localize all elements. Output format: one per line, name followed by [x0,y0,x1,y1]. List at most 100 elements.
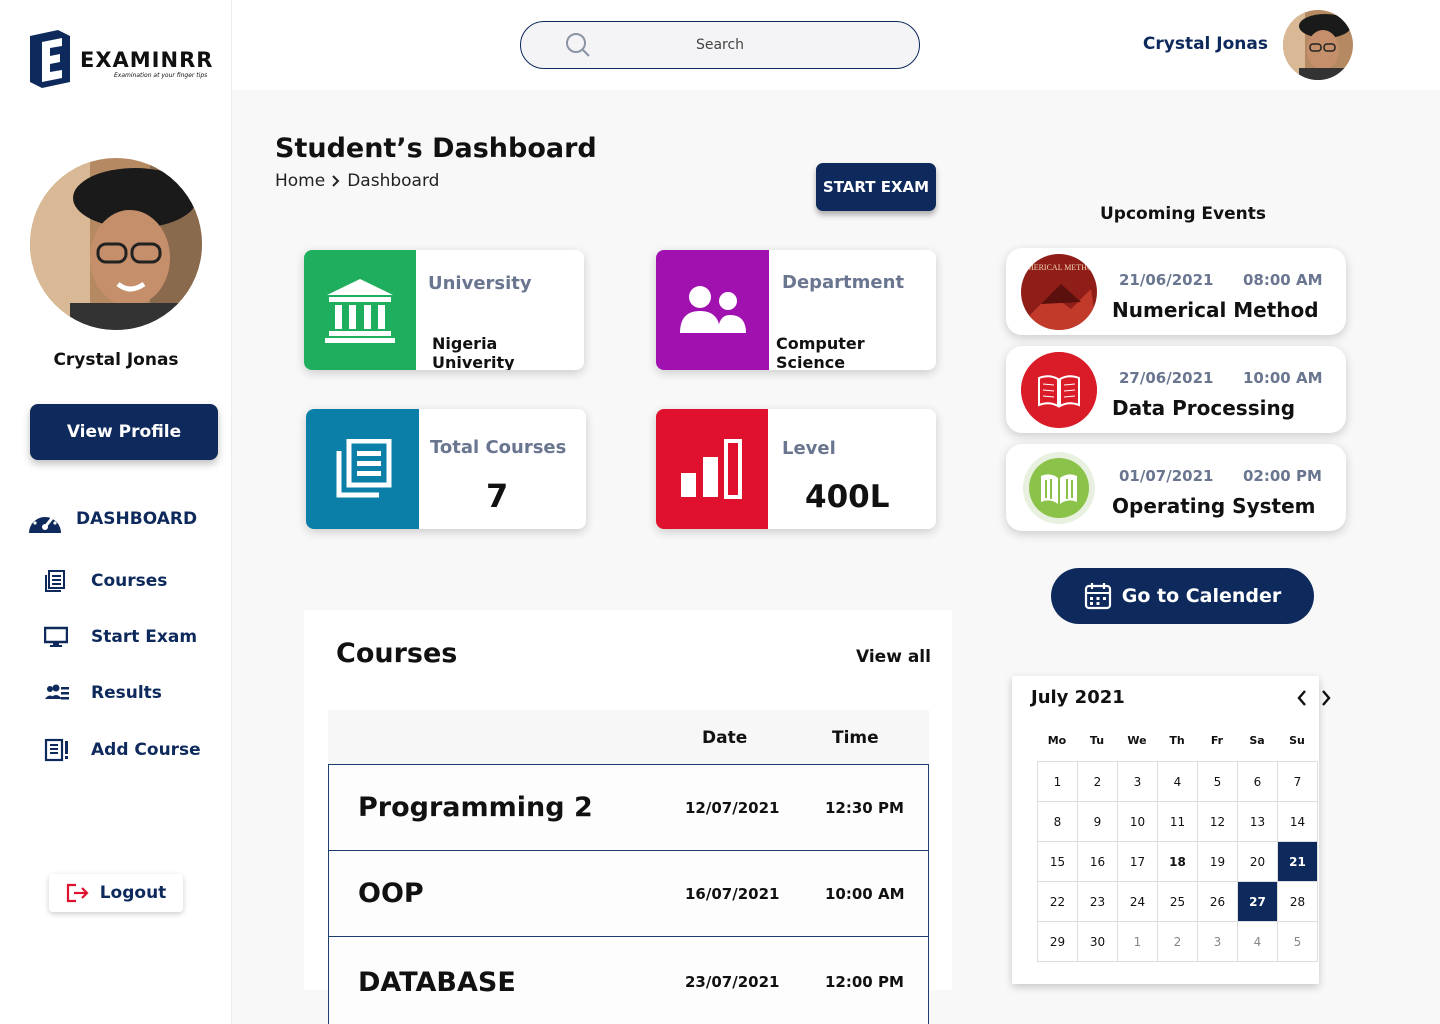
calendar-day[interactable]: 9 [1078,802,1118,842]
view-all-link[interactable]: View all [856,647,931,667]
calendar-day[interactable]: 13 [1238,802,1278,842]
course-date: 23/07/2021 [685,973,780,991]
calendar-day[interactable]: 28 [1278,882,1318,922]
calendar-day[interactable]: 29 [1038,922,1078,962]
sidebar-item-label: Add Course [91,740,201,760]
event-card[interactable]: 01/07/2021 02:00 PM Operating System [1006,444,1346,531]
calendar-day[interactable]: 5 [1198,762,1238,802]
sidebar-item-label: Results [91,683,162,703]
calendar-day[interactable]: 1 [1118,922,1158,962]
calendar-day[interactable]: 27 [1238,882,1278,922]
table-row[interactable]: Programming 2 12/07/2021 12:30 PM [328,764,929,851]
calendar-day[interactable]: 2 [1158,922,1198,962]
calendar-day[interactable]: 26 [1198,882,1238,922]
course-date: 16/07/2021 [685,884,780,903]
event-card[interactable]: 27/06/2021 10:00 AM Data Processing [1006,346,1346,433]
green-book-icon [1023,452,1095,524]
go-to-calendar-label: Go to Calender [1121,585,1282,607]
sidebar-item-results[interactable]: Results [44,682,162,704]
brand-tagline: Examination at your finger tips [114,72,208,79]
calendar-day[interactable]: 16 [1078,842,1118,882]
search-bar[interactable]: Search [520,21,920,69]
card-label: Level [782,438,836,459]
weekday-label: Th [1169,734,1185,747]
sidebar: EXAMINRR Examination at your finger tips… [0,0,232,1024]
open-book-icon [1021,352,1097,428]
calendar-day[interactable]: 15 [1038,842,1078,882]
card-value: Computer Science [776,334,865,370]
book-cover-text: NUMERICAL METHODS [1021,263,1097,272]
brand-name: EXAMINRR [80,48,214,72]
weekday-label: Tu [1089,734,1105,747]
calendar-day[interactable]: 14 [1278,802,1318,842]
gauge-icon [29,510,61,533]
calendar-day[interactable]: 1 [1038,762,1078,802]
card-label: University [428,273,532,294]
breadcrumb-home[interactable]: Home [275,171,325,191]
calendar-day[interactable]: 3 [1118,762,1158,802]
calendar-day[interactable]: 12 [1198,802,1238,842]
header-avatar[interactable] [1283,10,1353,80]
breadcrumb-current: Dashboard [347,171,440,191]
calendar-day[interactable]: 10 [1118,802,1158,842]
column-header-time: Time [832,728,879,748]
page-title: Student’s Dashboard [275,133,597,164]
start-exam-button[interactable]: START EXAM [816,163,936,211]
calendar-day[interactable]: 18 [1158,842,1198,882]
sidebar-item-start-exam[interactable]: Start Exam [44,626,197,648]
calendar-day[interactable]: 19 [1198,842,1238,882]
column-header-date: Date [702,728,748,748]
calendar-day[interactable]: 11 [1158,802,1198,842]
calendar-day[interactable]: 22 [1038,882,1078,922]
card-icon-bg [656,409,768,529]
sidebar-item-courses[interactable]: Courses [44,570,167,592]
university-icon [325,279,395,343]
chevron-right-icon [332,175,340,187]
course-name: Programming 2 [358,792,593,823]
event-time: 10:00 AM [1243,369,1323,387]
event-date: 21/06/2021 [1119,271,1214,289]
calendar-day[interactable]: 8 [1038,802,1078,842]
users-icon [679,286,746,333]
table-row[interactable]: DATABASE 23/07/2021 12:00 PM [328,936,929,1024]
table-row[interactable]: OOP 16/07/2021 10:00 AM [328,850,929,937]
view-profile-button[interactable]: View Profile [30,404,218,460]
chevron-right-icon[interactable] [1320,689,1332,707]
calendar-day[interactable]: 20 [1238,842,1278,882]
calendar-day[interactable]: 23 [1078,882,1118,922]
calendar-day[interactable]: 21 [1278,842,1318,882]
header-user-name[interactable]: Crystal Jonas [1100,34,1268,54]
monitor-icon [44,626,68,647]
event-name: Operating System [1112,494,1316,518]
calendar-day[interactable]: 30 [1078,922,1118,962]
calendar-day[interactable]: 25 [1158,882,1198,922]
calendar-icon [1084,583,1111,610]
calendar-day[interactable]: 24 [1118,882,1158,922]
course-name: DATABASE [358,966,516,998]
level-card: Level 400L [656,409,936,529]
card-value: 7 [486,477,509,515]
calendar-day[interactable]: 3 [1198,922,1238,962]
course-date: 12/07/2021 [685,798,780,817]
calendar-day[interactable]: 6 [1238,762,1278,802]
calendar-day[interactable]: 5 [1278,922,1318,962]
calendar-day[interactable]: 4 [1158,762,1198,802]
event-card[interactable]: NUMERICAL METHODS 21/06/2021 08:00 AM Nu… [1006,248,1346,335]
chevron-left-icon[interactable] [1296,689,1308,707]
event-date: 27/06/2021 [1119,369,1214,387]
sidebar-item-dashboard[interactable]: DASHBOARD [27,503,197,535]
card-icon-bg [304,250,416,370]
logout-button[interactable]: Logout [49,874,183,912]
weekday-label: Sa [1249,734,1265,747]
calendar-day[interactable]: 17 [1118,842,1158,882]
calendar-day[interactable]: 7 [1278,762,1318,802]
calendar-day[interactable]: 4 [1238,922,1278,962]
go-to-calendar-button[interactable]: Go to Calender [1051,568,1314,624]
calendar-grid: 1 2 3 4 5 6 7 8 9 10 11 12 13 14 15 16 17 18 19 20 21 22 23 24 2… [1037,761,1318,962]
weekday-label: Mo [1047,734,1067,747]
sidebar-item-add-course[interactable]: Add Course [44,738,201,762]
calendar-day[interactable]: 2 [1078,762,1118,802]
logout-label: Logout [99,883,167,903]
search-input[interactable]: Search [521,22,919,68]
course-time: 10:00 AM [825,884,905,903]
